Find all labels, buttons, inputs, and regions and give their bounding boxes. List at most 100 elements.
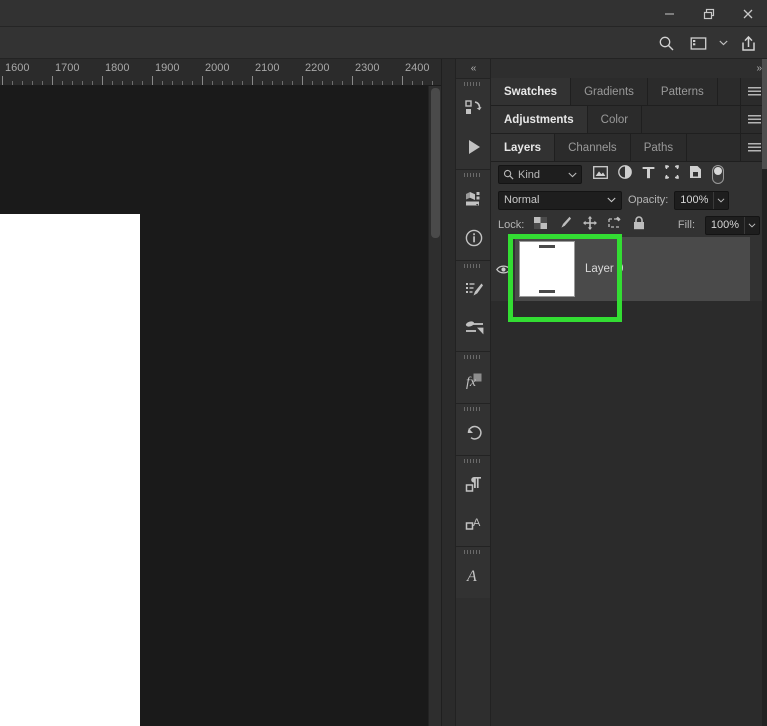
lock-transparent-pixels-button[interactable] [534, 216, 548, 234]
ruler-tick-minor [362, 81, 363, 85]
ruler-tick-minor [22, 81, 23, 85]
tab-swatches[interactable]: Swatches [491, 78, 572, 105]
filter-shape-button[interactable] [665, 165, 679, 184]
ruler-tick-minor [272, 81, 273, 85]
tab-layers[interactable]: Layers [491, 134, 556, 161]
filter-adjustment-button[interactable] [618, 165, 632, 184]
lock-position-button[interactable] [583, 215, 598, 235]
tabbar-layers: Layers Channels Paths [491, 134, 767, 162]
layer-name-label[interactable]: Layer 0 [579, 263, 623, 275]
rail-button-styles[interactable]: fx [456, 361, 492, 400]
ruler-label: 2200 [305, 62, 330, 74]
tab-patterns[interactable]: Patterns [647, 78, 718, 105]
ruler-tick-minor [212, 81, 213, 85]
lock-image-pixels-button[interactable] [558, 216, 572, 234]
ruler-tick-major [202, 76, 203, 85]
workspace-button[interactable] [683, 28, 713, 58]
rail-group-glyphs: A [456, 546, 490, 598]
character-styles-icon: A [465, 517, 481, 530]
rail-group-history [456, 403, 490, 455]
minimize-button[interactable] [650, 0, 689, 27]
panel-group-layers: Layers Channels Paths Kind Normal Opacit… [491, 134, 767, 631]
ruler-label: 1800 [105, 62, 130, 74]
filter-type-button[interactable] [642, 166, 655, 184]
ruler-label: 2300 [355, 62, 380, 74]
lock-label: Lock: [498, 219, 525, 231]
rail-button-actions[interactable] [456, 127, 492, 166]
blend-mode-select[interactable]: Normal [498, 190, 622, 210]
document-canvas[interactable] [0, 214, 140, 726]
search-button[interactable] [651, 28, 681, 58]
workspace-dropdown-button[interactable] [715, 28, 731, 58]
rail-grip[interactable] [456, 79, 490, 88]
panel-dock-scrollbar[interactable] [762, 59, 767, 726]
fill-field[interactable]: 100% [705, 215, 760, 235]
layer-filter-kind-select[interactable]: Kind [498, 165, 582, 184]
ruler-tick-minor [292, 81, 293, 85]
rail-button-history[interactable] [456, 413, 492, 452]
lock-all-button[interactable] [633, 215, 645, 235]
ruler-tick-minor [112, 81, 113, 85]
rail-collapse-button[interactable]: « [456, 59, 490, 78]
options-bar-right-tools [651, 27, 763, 59]
tab-adjustments[interactable]: Adjustments [491, 106, 588, 133]
rail-grip[interactable] [456, 170, 490, 179]
ruler-tick-major [402, 76, 403, 85]
rail-button-brushes[interactable] [456, 309, 492, 348]
rail-grip[interactable] [456, 547, 490, 556]
filter-pixel-button[interactable] [593, 165, 608, 184]
rail-button-libraries[interactable] [456, 88, 492, 127]
ruler-tick-major [102, 76, 103, 85]
panel-dock-scrollbar-thumb[interactable] [762, 59, 767, 169]
document-area: 1600 1700 1800 1900 2000 2100 2200 2300 2400 [0, 59, 455, 726]
rail-grip[interactable] [456, 261, 490, 270]
rail-grip[interactable] [456, 352, 490, 361]
fill-label: Fill: [677, 219, 695, 231]
canvas-scrollbar-thumb[interactable] [431, 88, 440, 238]
share-button[interactable] [733, 28, 763, 58]
tab-paths[interactable]: Paths [630, 134, 688, 161]
lock-artboard-nesting-button[interactable] [608, 216, 622, 234]
canvas-vertical-scrollbar[interactable] [428, 86, 441, 726]
layer-thumbnail[interactable] [515, 237, 579, 301]
rail-button-3d[interactable] [456, 179, 492, 218]
close-button[interactable] [728, 0, 767, 27]
ruler-tick-major [252, 76, 253, 85]
filter-smart-object-button[interactable] [689, 165, 702, 184]
opacity-stepper[interactable] [713, 191, 728, 209]
horizontal-ruler[interactable]: 1600 1700 1800 1900 2000 2100 2200 2300 2400 [0, 59, 441, 86]
rail-grip[interactable] [456, 456, 490, 465]
tab-label: Patterns [660, 85, 704, 98]
tab-channels[interactable]: Channels [555, 134, 631, 161]
opacity-field[interactable]: 100% [674, 190, 730, 210]
ruler-tick-minor [182, 81, 183, 85]
tab-color[interactable]: Color [587, 106, 643, 133]
rail-button-info[interactable] [456, 218, 492, 257]
panel-dock-expand-label: » [756, 63, 761, 74]
filter-enable-toggle[interactable] [712, 165, 724, 184]
rail-button-glyphs[interactable]: A [456, 556, 492, 595]
rail-grip[interactable] [456, 404, 490, 413]
rail-button-brush-settings[interactable] [456, 270, 492, 309]
canvas-viewport[interactable] [0, 86, 441, 726]
layers-panel-body: Kind Normal Opacity: 100% Lock: Fill: 10… [491, 162, 767, 631]
ruler-tick-minor [232, 81, 233, 85]
layer-list[interactable]: Layer 0 [491, 234, 767, 322]
layer-visibility-toggle[interactable] [491, 237, 515, 301]
rail-button-character-styles[interactable]: A [456, 504, 492, 543]
tab-gradients[interactable]: Gradients [571, 78, 648, 105]
panel-dock-expand-button[interactable]: » [756, 59, 761, 78]
ruler-tick-minor [282, 81, 283, 85]
rail-group-brushes [456, 260, 490, 351]
paragraph-styles-icon [465, 477, 481, 492]
layer-filter-kind-label: Kind [518, 168, 541, 181]
ruler-tick-minor [62, 81, 63, 85]
ruler-label: 2400 [405, 62, 430, 74]
rail-button-paragraph-styles[interactable] [456, 465, 492, 504]
ruler-tick-major [302, 76, 303, 85]
fill-stepper[interactable] [744, 216, 759, 234]
filter-shape-icon [665, 165, 679, 179]
restore-button[interactable] [689, 0, 728, 27]
table-row[interactable]: Layer 0 [491, 237, 750, 301]
rail-collapse-label: « [470, 63, 476, 74]
